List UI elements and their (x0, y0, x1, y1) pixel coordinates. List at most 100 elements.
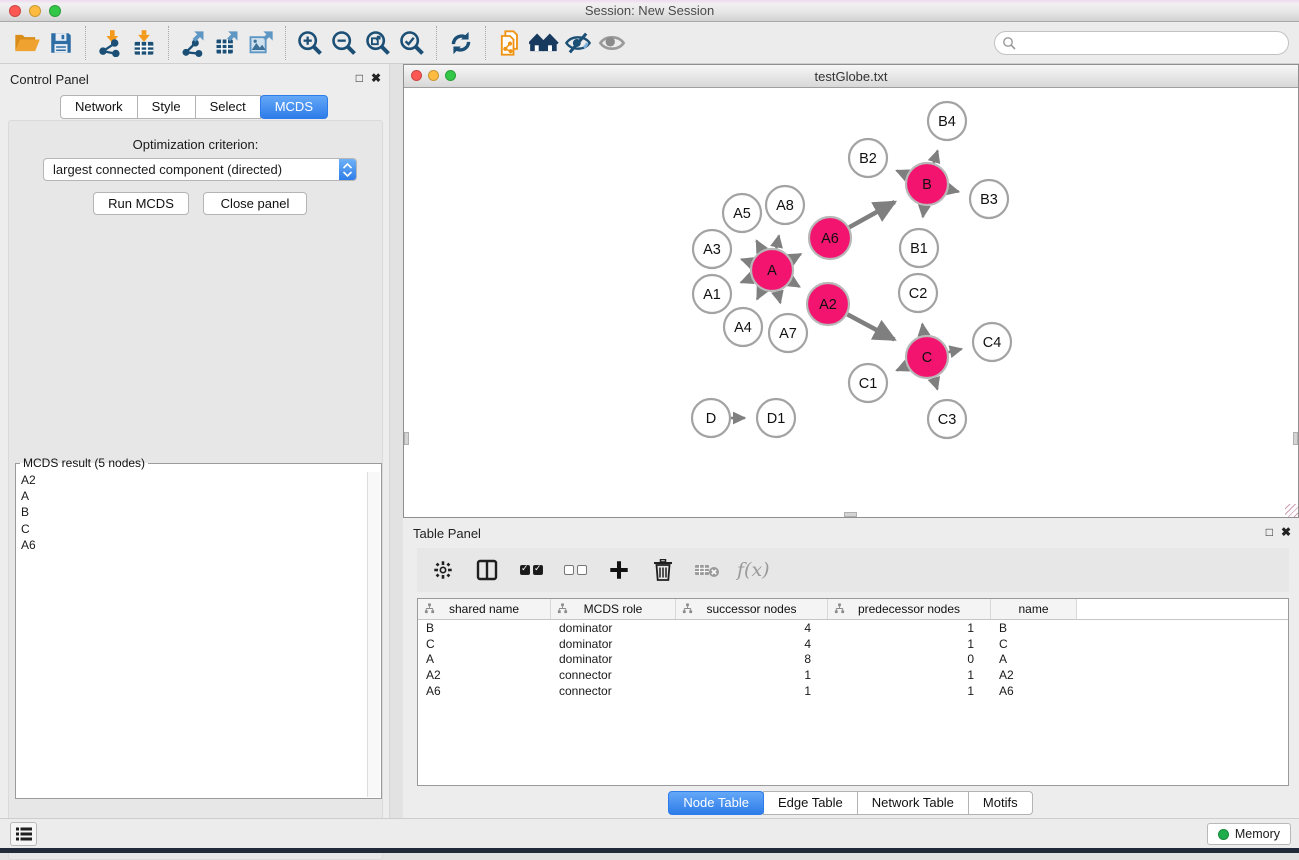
deselect-all-checkboxes-icon[interactable] (561, 555, 589, 585)
edge-A-A8[interactable] (776, 236, 779, 249)
tab-motifs[interactable]: Motifs (968, 791, 1033, 815)
edge-A-A4[interactable] (757, 290, 762, 300)
memory-button[interactable]: Memory (1207, 823, 1291, 845)
edge-B-B3[interactable] (948, 189, 958, 192)
table-cell[interactable]: 1 (828, 621, 991, 635)
export-network-icon[interactable] (176, 26, 210, 60)
edge-C-C2[interactable] (922, 324, 924, 335)
show-graphics-details-icon[interactable] (595, 26, 629, 60)
table-row[interactable]: Bdominator41B (418, 620, 1288, 636)
export-image-icon[interactable] (244, 26, 278, 60)
open-session-icon[interactable] (10, 26, 44, 60)
zoom-fit-icon[interactable] (361, 26, 395, 60)
import-network-icon[interactable] (93, 26, 127, 60)
edge-A-A1[interactable] (741, 278, 752, 282)
optimization-criterion-select[interactable]: largest connected component (directed) (43, 158, 357, 181)
refresh-icon[interactable] (444, 26, 478, 60)
edge-C-C3[interactable] (934, 378, 938, 389)
tab-network-table[interactable]: Network Table (857, 791, 969, 815)
column-header-successor-nodes[interactable]: successor nodes (676, 599, 828, 619)
delete-column-trash-icon[interactable] (649, 555, 677, 585)
edge-B-B4[interactable] (934, 151, 938, 163)
tab-mcds[interactable]: MCDS (260, 95, 328, 119)
edge-A-A7[interactable] (777, 291, 780, 303)
edge-B-B2[interactable] (897, 171, 907, 176)
search-input[interactable] (994, 31, 1289, 55)
table-row[interactable]: A6connector11A6 (418, 683, 1288, 699)
edge-A-A5[interactable] (757, 241, 762, 251)
function-builder-icon[interactable]: f(x) (737, 559, 770, 581)
table-cell[interactable]: 1 (676, 684, 828, 698)
edge-A6-B[interactable] (849, 202, 895, 227)
zoom-selected-icon[interactable] (395, 26, 429, 60)
table-cell[interactable]: C (418, 637, 551, 651)
edge-A2-C[interactable] (847, 314, 894, 339)
table-cell[interactable]: 4 (676, 621, 828, 635)
table-cell[interactable]: A2 (418, 668, 551, 682)
edge-C-C1[interactable] (897, 366, 907, 371)
mcds-result-item[interactable]: A (17, 488, 367, 504)
table-cell[interactable]: A2 (991, 668, 1077, 682)
table-cell[interactable]: 0 (828, 652, 991, 666)
table-row[interactable]: Cdominator41C (418, 636, 1288, 652)
task-list-button[interactable] (10, 822, 37, 846)
table-cell[interactable]: A (418, 652, 551, 666)
table-cell[interactable]: B (418, 621, 551, 635)
tab-network[interactable]: Network (60, 95, 138, 119)
close-panel-icon[interactable]: ✖ (1281, 525, 1291, 539)
column-header-predecessor-nodes[interactable]: predecessor nodes (828, 599, 991, 619)
table-cell[interactable]: 1 (828, 668, 991, 682)
column-header-shared-name[interactable]: shared name (418, 599, 551, 619)
mcds-result-item[interactable]: A6 (17, 537, 367, 553)
table-cell[interactable]: 8 (676, 652, 828, 666)
add-column-icon[interactable] (605, 555, 633, 585)
tab-style[interactable]: Style (137, 95, 196, 119)
float-panel-icon[interactable]: □ (1266, 525, 1273, 539)
table-cell[interactable]: A (991, 652, 1077, 666)
home-icon[interactable] (527, 26, 561, 60)
float-panel-icon[interactable]: □ (356, 71, 363, 85)
tab-select[interactable]: Select (195, 95, 261, 119)
resize-grip[interactable] (1285, 504, 1298, 517)
edge-C-C4[interactable] (948, 349, 961, 352)
column-header-name[interactable]: name (991, 599, 1077, 619)
edge-A-A6[interactable] (791, 254, 801, 259)
delete-table-icon[interactable] (693, 555, 721, 585)
select-all-checkboxes-icon[interactable] (517, 555, 545, 585)
vertical-pan-thumb-right[interactable] (1293, 432, 1298, 445)
table-settings-gear-icon[interactable] (429, 555, 457, 585)
mcds-result-item[interactable]: C (17, 521, 367, 537)
table-cell[interactable]: B (991, 621, 1077, 635)
save-session-icon[interactable] (44, 26, 78, 60)
table-cell[interactable]: A6 (418, 684, 551, 698)
table-cell[interactable]: connector (551, 684, 676, 698)
table-cell[interactable]: dominator (551, 621, 676, 635)
export-table-icon[interactable] (210, 26, 244, 60)
edge-A-A3[interactable] (741, 259, 751, 262)
table-row[interactable]: Adominator80A (418, 652, 1288, 668)
import-table-icon[interactable] (127, 26, 161, 60)
vertical-pan-thumb-left[interactable] (404, 432, 409, 445)
close-panel-button[interactable]: Close panel (203, 192, 307, 215)
table-cell[interactable]: A6 (991, 684, 1077, 698)
mcds-result-item[interactable]: B (17, 504, 367, 520)
tab-node-table[interactable]: Node Table (668, 791, 764, 815)
table-cell[interactable]: C (991, 637, 1077, 651)
mcds-result-item[interactable]: A2 (17, 472, 367, 488)
edge-B-B1[interactable] (923, 206, 924, 217)
zoom-out-icon[interactable] (327, 26, 361, 60)
table-cell[interactable]: 1 (828, 637, 991, 651)
mcds-list-scrollbar[interactable] (367, 472, 380, 797)
table-cell[interactable]: dominator (551, 652, 676, 666)
table-cell[interactable]: 1 (676, 668, 828, 682)
network-canvas[interactable]: AA1A3A5A8A6A2A4A7BB2B4B3B1CC2C4C1C3DD1 (404, 88, 1298, 517)
table-row[interactable]: A2connector11A2 (418, 667, 1288, 683)
column-header-MCDS-role[interactable]: MCDS role (551, 599, 676, 619)
run-mcds-button[interactable]: Run MCDS (93, 192, 189, 215)
zoom-in-icon[interactable] (293, 26, 327, 60)
table-cell[interactable]: 4 (676, 637, 828, 651)
clone-network-icon[interactable] (493, 26, 527, 60)
tab-edge-table[interactable]: Edge Table (763, 791, 858, 815)
close-panel-icon[interactable]: ✖ (371, 71, 381, 85)
hide-graphics-details-icon[interactable] (561, 26, 595, 60)
